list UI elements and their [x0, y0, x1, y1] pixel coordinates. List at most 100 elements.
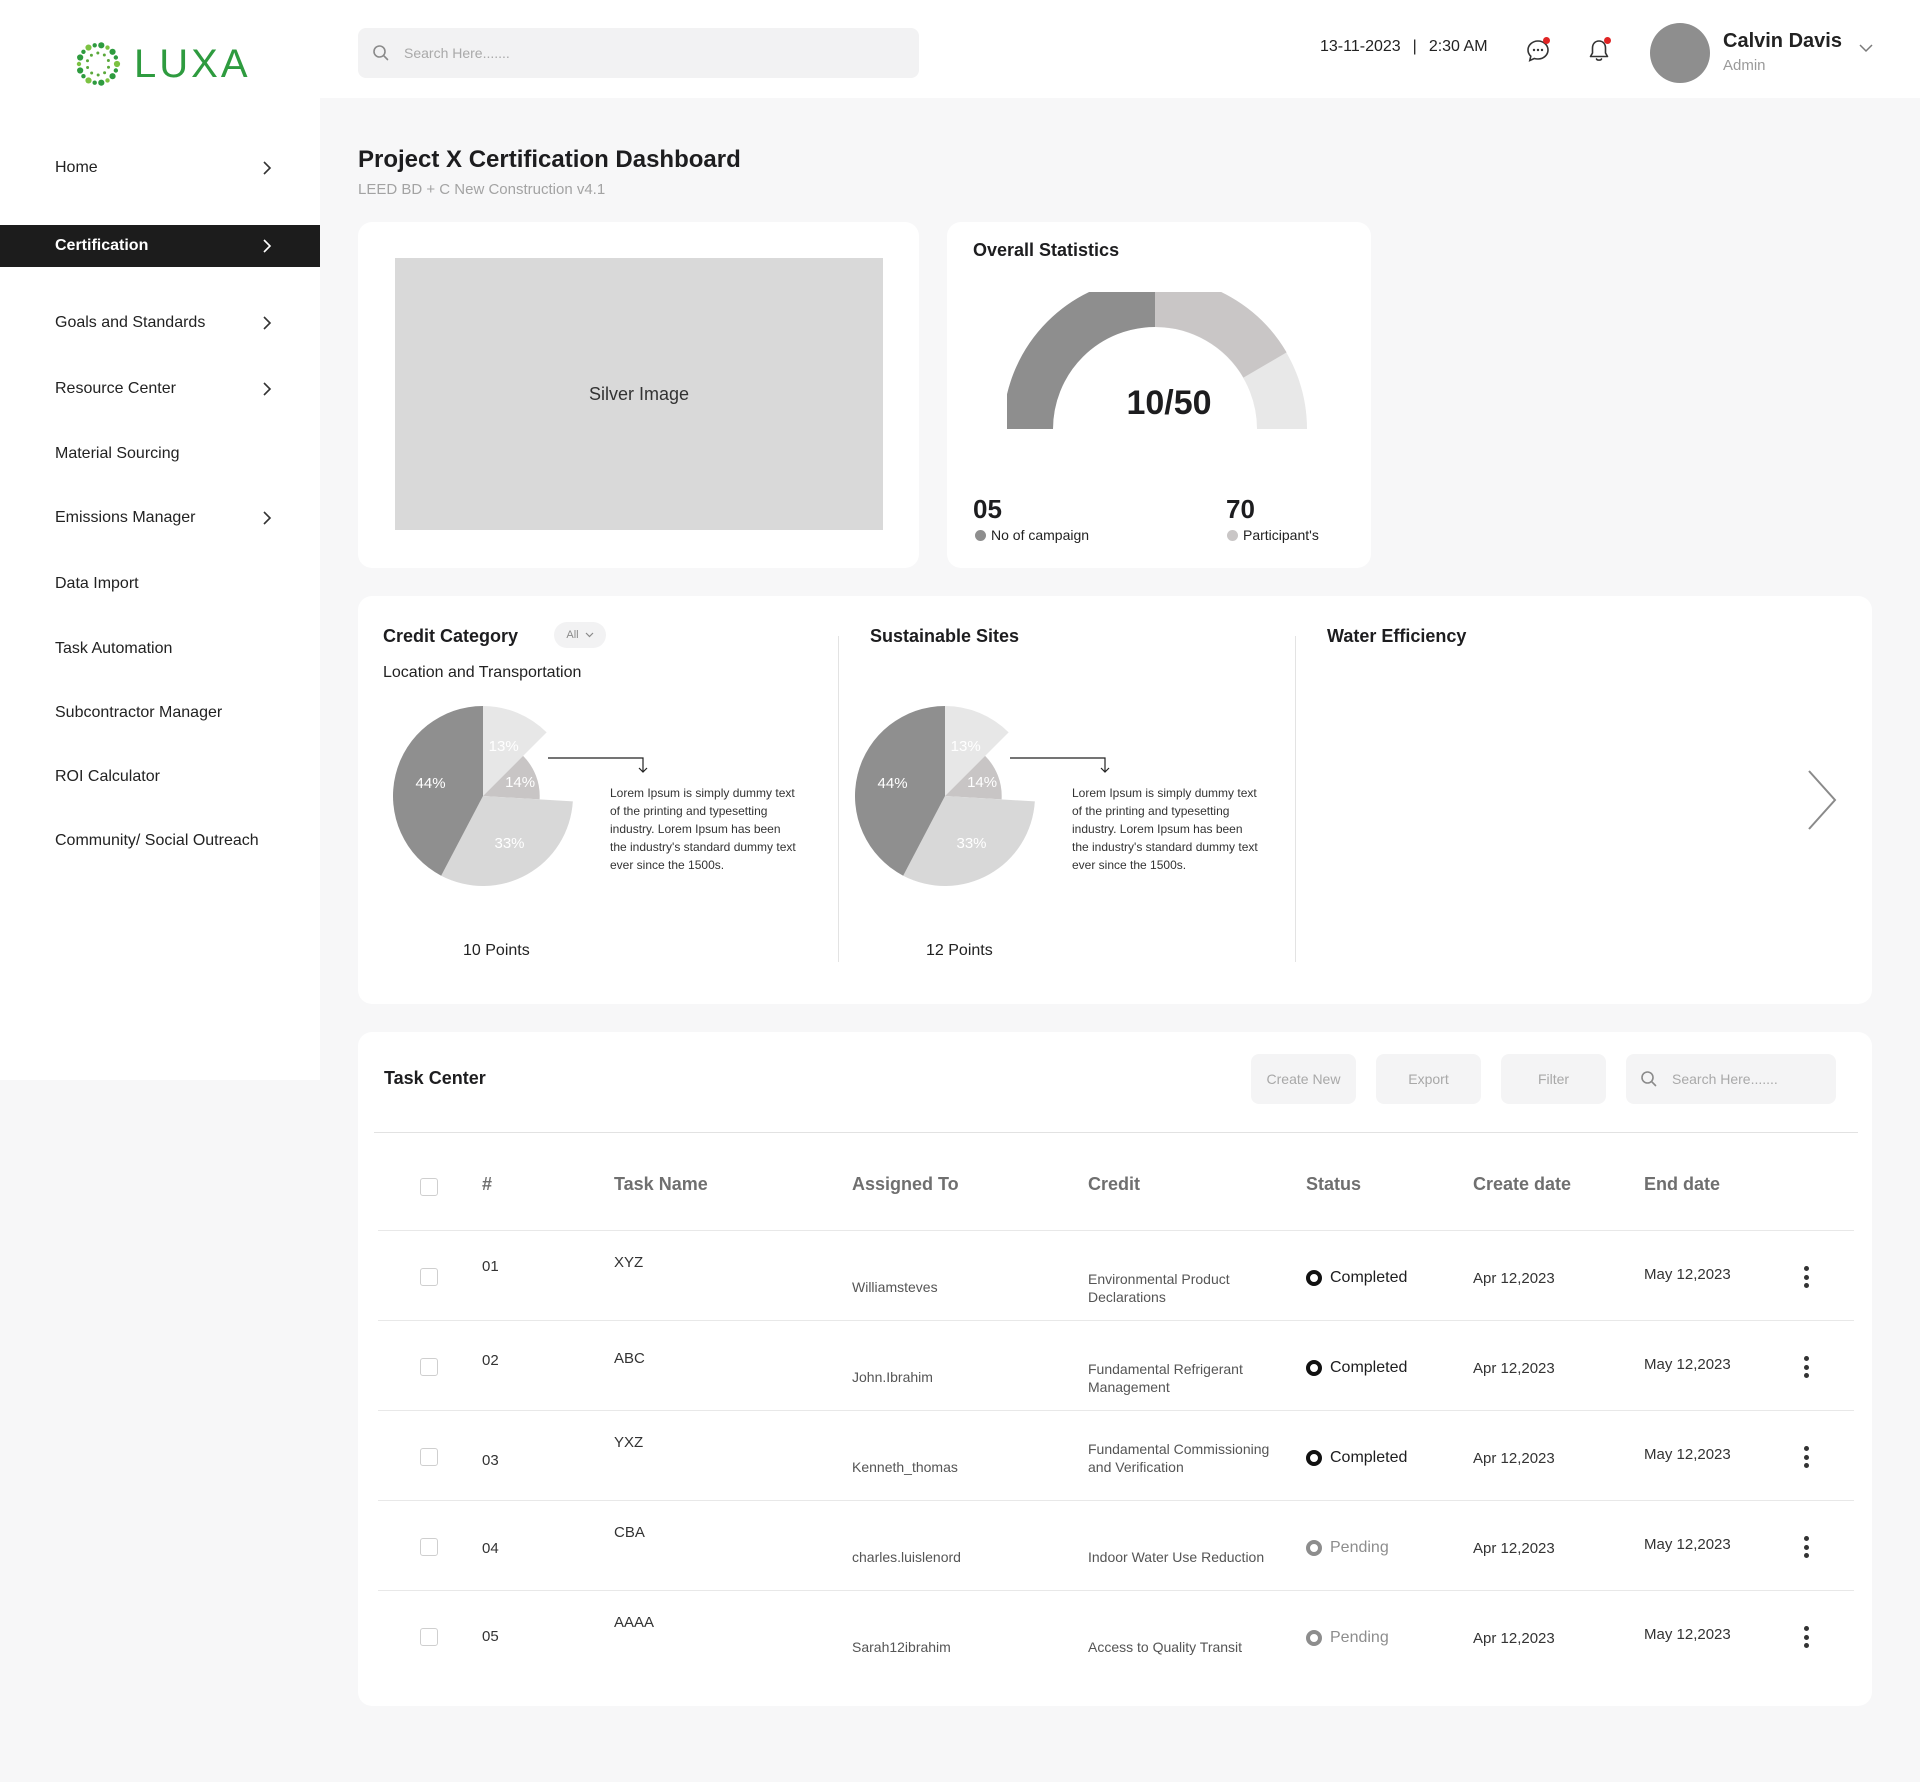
task-center-title: Task Center — [384, 1068, 486, 1088]
export-button[interactable]: Export — [1376, 1054, 1481, 1104]
avatar[interactable] — [1650, 23, 1710, 83]
table-header-col-create-date[interactable]: Create date — [1473, 1174, 1571, 1195]
row-number: 03 — [482, 1452, 499, 1469]
table-header-col-credit[interactable]: Credit — [1088, 1174, 1140, 1195]
sidebar-item-material-sourcing[interactable]: Material Sourcing — [0, 433, 320, 475]
sidebar-item-task-automation[interactable]: Task Automation — [0, 628, 320, 670]
task-header-divider — [374, 1132, 1858, 1133]
row-create-date: Apr 12,2023 — [1473, 1630, 1555, 1647]
row-assigned-to: charles.luislenord — [852, 1549, 961, 1565]
row-divider — [378, 1590, 1854, 1591]
status-label: Completed — [1330, 1269, 1408, 1286]
sidebar-item-roi-calculator[interactable]: ROI Calculator — [0, 756, 320, 798]
row-actions-kebab-icon[interactable] — [1796, 1624, 1816, 1650]
row-assigned-to: Kenneth_thomas — [852, 1459, 958, 1475]
chevron-right-icon — [263, 382, 272, 396]
credit-category-subtitle: Location and Transportation — [383, 664, 582, 681]
row-task-name: CBA — [614, 1524, 645, 1541]
row-divider — [378, 1410, 1854, 1411]
row-credit: Environmental Product Declarations — [1088, 1271, 1230, 1305]
sidebar: LUXA Home Certification Goals and Standard… — [0, 0, 320, 1080]
sidebar-item-goals-and-standards[interactable]: Goals and Standards — [0, 302, 320, 344]
pie-slice-label: 33% — [957, 835, 987, 852]
sidebar-item-label: Subcontractor Manager — [55, 704, 223, 721]
status-indicator-icon — [1306, 1270, 1322, 1286]
row-end-date: May 12,2023 — [1644, 1446, 1731, 1463]
section-divider — [1295, 636, 1296, 962]
table-header-col-number[interactable]: # — [482, 1174, 492, 1195]
row-task-name: XYZ — [614, 1254, 644, 1271]
logo-text: LUXA — [134, 41, 251, 86]
bell-notification-dot — [1604, 37, 1611, 44]
sidebar-item-community-social-outreach[interactable]: Community/ Social Outreach — [0, 820, 320, 862]
sidebar-item-label: Goals and Standards — [55, 314, 206, 331]
table-header-col-end-date[interactable]: End date — [1644, 1174, 1720, 1195]
row-actions-kebab-icon[interactable] — [1796, 1354, 1816, 1380]
header-search-input[interactable] — [404, 45, 884, 61]
sustainable-sites-description: Lorem Ipsum is simply dummy text of the … — [1072, 786, 1258, 872]
credit-category-card: Credit Category All Location and Transpo… — [358, 596, 1872, 1004]
row-checkbox[interactable] — [420, 1358, 438, 1376]
row-checkbox[interactable] — [420, 1268, 438, 1286]
row-actions-kebab-icon[interactable] — [1796, 1444, 1816, 1470]
chevron-right-icon — [263, 511, 272, 525]
row-task-name: ABC — [614, 1350, 645, 1367]
sidebar-item-resource-center[interactable]: Resource Center — [0, 368, 320, 410]
date-time-separator: | — [1412, 38, 1417, 55]
sidebar-item-home[interactable]: Home — [0, 147, 320, 189]
section-divider — [838, 636, 839, 962]
top-header: 13-11-2023 | 2:30 AM Calvin Davis Admin — [320, 0, 1920, 98]
row-actions-kebab-icon[interactable] — [1796, 1264, 1816, 1290]
pie-slice-label: 44% — [416, 775, 446, 792]
statistics-gauge — [1007, 292, 1307, 430]
row-number: 02 — [482, 1352, 499, 1369]
row-checkbox[interactable] — [420, 1538, 438, 1556]
campaign-legend-dot — [975, 529, 986, 541]
table-header-col-task-name[interactable]: Task Name — [614, 1174, 708, 1195]
select-all-checkbox[interactable] — [420, 1178, 438, 1196]
task-center-card: Task Center Create New Export Filter # Ta… — [358, 1032, 1872, 1706]
logo[interactable]: LUXA — [74, 40, 251, 88]
status-badge: Completed — [1306, 1449, 1407, 1467]
gauge-value: 10/50 — [1126, 384, 1212, 422]
messages-button[interactable] — [1523, 36, 1553, 66]
row-actions-kebab-icon[interactable] — [1796, 1534, 1816, 1560]
sidebar-item-label: Resource Center — [55, 380, 176, 397]
sidebar-item-emissions-manager[interactable]: Emissions Manager — [0, 497, 320, 539]
credit-category-filter[interactable]: All — [554, 622, 606, 648]
campaign-legend: No of campaign — [975, 527, 1089, 543]
row-checkbox[interactable] — [420, 1448, 438, 1466]
user-name: Calvin Davis — [1723, 30, 1842, 52]
sidebar-item-label: Home — [55, 159, 98, 176]
table-header-col-status[interactable]: Status — [1306, 1174, 1361, 1195]
sustainable-sites-title: Sustainable Sites — [870, 626, 1020, 646]
filter-button[interactable]: Filter — [1501, 1054, 1606, 1104]
credit-category-filter-value: All — [566, 629, 579, 641]
search-icon — [373, 45, 389, 61]
task-search-input[interactable] — [1672, 1071, 1822, 1087]
current-date: 13-11-2023 — [1320, 38, 1401, 55]
row-credit: Indoor Water Use Reduction — [1088, 1549, 1265, 1565]
status-label: Pending — [1330, 1539, 1389, 1556]
status-label: Completed — [1330, 1449, 1408, 1466]
row-assigned-to: Sarah12ibrahim — [852, 1639, 951, 1655]
next-arrow-icon[interactable] — [1806, 768, 1838, 832]
row-number: 01 — [482, 1258, 499, 1275]
chevron-right-icon — [263, 316, 272, 330]
participant-label: Participant's — [1243, 527, 1319, 543]
status-label: Completed — [1330, 1359, 1408, 1376]
sidebar-item-subcontractor-manager[interactable]: Subcontractor Manager — [0, 692, 320, 734]
row-checkbox[interactable] — [420, 1628, 438, 1646]
user-role: Admin — [1723, 57, 1766, 74]
table-header-col-assigned-to[interactable]: Assigned To — [852, 1174, 959, 1195]
row-assigned-to: Williamsteves — [852, 1279, 938, 1295]
task-search[interactable] — [1626, 1054, 1836, 1104]
sidebar-item-data-import[interactable]: Data Import — [0, 563, 320, 605]
notifications-button[interactable] — [1584, 36, 1614, 66]
row-end-date: May 12,2023 — [1644, 1536, 1731, 1553]
water-efficiency-title: Water Efficiency — [1327, 626, 1467, 646]
create-new-button[interactable]: Create New — [1251, 1054, 1356, 1104]
header-search[interactable] — [358, 28, 919, 78]
sidebar-item-certification[interactable]: Certification — [0, 225, 320, 267]
chevron-down-icon[interactable] — [1858, 42, 1874, 54]
